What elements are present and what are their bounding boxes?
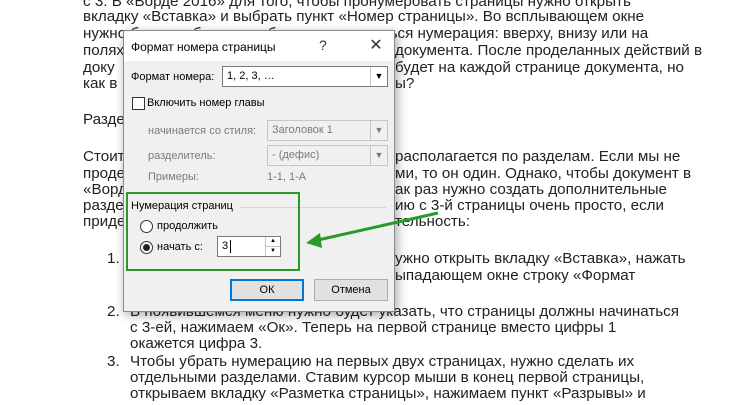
arrow-head: [306, 233, 322, 248]
arrow-shaft: [317, 211, 439, 242]
annotation-arrow: [306, 211, 439, 248]
